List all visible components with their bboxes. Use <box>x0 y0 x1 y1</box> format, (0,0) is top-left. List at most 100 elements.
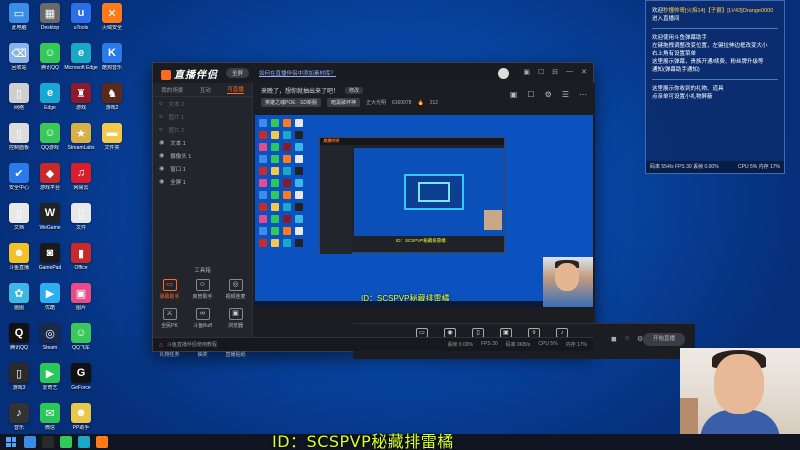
menu-icon[interactable]: ⊟ <box>552 68 558 79</box>
close-icon[interactable]: ✕ <box>581 68 587 79</box>
preview-taskbar <box>255 301 543 307</box>
tool-button[interactable]: ☺ 房管助手 <box>186 279 219 300</box>
desktop-icon[interactable]: ★ StreamLabs <box>64 123 98 151</box>
start-live-button[interactable]: 开始直播 <box>643 333 685 346</box>
help-line: 通知(弹幕助手通知) <box>652 67 700 73</box>
message-icon[interactable]: ☐ <box>538 68 544 79</box>
desktop-icon[interactable]: ✿ 画图 <box>2 283 36 311</box>
desktop-icon[interactable]: ☺ QQ游戏 <box>33 123 67 151</box>
tool-button[interactable]: ⚔ 全民PK <box>153 308 186 329</box>
live-preview[interactable]: 直播伴侣 ID：SCSPVP秘藏排雷橘 ID：SCSPVP秘藏排雷橘 <box>255 115 593 307</box>
desktop-icon[interactable]: Q 腾讯QQ <box>2 323 36 351</box>
desktop-icon-label: 斗鱼直播 <box>8 265 29 271</box>
windows-start-icon[interactable] <box>4 435 18 449</box>
eye-icon[interactable]: ◉ <box>159 165 164 172</box>
layer-item[interactable]: ○ 图片 2 <box>153 123 252 136</box>
eye-icon[interactable]: ◉ <box>159 152 164 159</box>
taskbar-item[interactable] <box>42 436 54 448</box>
layer-item[interactable]: ○ 图片 1 <box>153 110 252 123</box>
desktop-icon[interactable]: ◆ 游戏平台 <box>33 163 67 191</box>
desktop-icon[interactable]: ◎ Steam <box>33 323 67 351</box>
desktop-icon[interactable]: ▦ Desktop <box>33 3 67 31</box>
layer-item[interactable]: ◉ 摄像头 1 <box>153 149 252 162</box>
screen-icon[interactable]: ▣ <box>510 90 518 99</box>
sidebar-tab[interactable]: 我的场景 <box>161 86 183 94</box>
desktop-icon[interactable]: ☻ 斗鱼直播 <box>2 243 36 271</box>
desktop-icon[interactable]: ♫ 网易云 <box>64 163 98 191</box>
desktop-icon[interactable]: ▭ 此电脑 <box>2 3 36 31</box>
desktop-icon[interactable]: ◙ GamePad <box>33 243 67 271</box>
sidebar-tab[interactable]: 互动 <box>200 86 211 94</box>
stat-cpu: CPU 5% <box>538 341 558 347</box>
minimize-icon[interactable]: — <box>566 68 573 79</box>
desktop-icon[interactable]: ♪ 音乐 <box>2 403 36 431</box>
desktop-icon[interactable]: K 酷狗音乐 <box>95 43 129 71</box>
desktop-icon[interactable]: ✔ 安全中心 <box>2 163 36 191</box>
desktop-icon[interactable]: ▯ 文档 <box>2 203 36 231</box>
user-avatar[interactable] <box>498 68 510 79</box>
desktop-icon[interactable]: G GeForce <box>64 363 98 391</box>
desktop-icon[interactable]: ▯ 游戏3 <box>2 363 36 391</box>
desktop-icon[interactable]: ▬ 文件夹 <box>95 123 129 151</box>
desktop-icon-label: Desktop <box>40 25 60 31</box>
tool-button[interactable]: ▣ 浏览器 <box>219 308 252 329</box>
tool-button[interactable]: ∞ 斗鱼Buff <box>186 308 219 329</box>
eye-off-icon[interactable]: ○ <box>159 114 163 120</box>
taskbar-item[interactable] <box>78 436 90 448</box>
desktop-icon[interactable]: ▶ 优酷 <box>33 283 67 311</box>
desktop-icon[interactable]: W WeGame <box>33 203 67 231</box>
nested-inner-frame-2 <box>418 182 450 202</box>
desktop-icon[interactable]: ▣ 图片 <box>64 283 98 311</box>
taskbar-item[interactable] <box>96 436 108 448</box>
tool-button[interactable]: ▭ 弹幕助手 <box>153 279 186 300</box>
desktop-icon[interactable]: ☻ PP助手 <box>64 403 98 431</box>
desktop-icon[interactable]: ✉ 微信 <box>33 403 67 431</box>
app-icon: ☻ <box>71 403 91 423</box>
settings-icon[interactable]: ⚙ <box>545 90 552 99</box>
help-line: 这里展示弹幕，贵族开通/续费、粉丝牌升级等 <box>652 59 764 65</box>
desktop-icon[interactable]: u uTools <box>64 3 98 31</box>
tool-button[interactable]: ◎ 视频连麦 <box>219 279 252 300</box>
desktop-icon[interactable]: e Microsoft Edge <box>64 43 98 71</box>
desktop-icon[interactable]: ▯ 网络 <box>2 83 36 111</box>
desktop-icon[interactable]: ☺ 腾讯QQ <box>33 43 67 71</box>
edit-title-button[interactable]: 修改 <box>345 87 364 94</box>
notice-link[interactable]: 如何在直播伴侣中添加素材库？ <box>259 69 336 77</box>
more-icon[interactable]: ⋯ <box>579 90 587 99</box>
desktop-icon[interactable]: ♜ 游戏 <box>64 83 98 111</box>
tool-label: 礼物任务 <box>159 352 180 358</box>
sub-category-tag[interactable]: 暗黑破坏神 <box>326 98 360 107</box>
layer-item[interactable]: ◉ 全屏 1 <box>153 175 252 188</box>
desktop-icon-label: 文件 <box>75 225 86 231</box>
eye-icon[interactable]: ◉ <box>159 139 164 146</box>
sidebar-tab[interactable]: 可直播 <box>227 85 244 94</box>
eye-icon[interactable]: ◉ <box>159 178 164 185</box>
category-tag[interactable]: 英雄之魂POE · SD新服 <box>261 98 321 107</box>
desktop-icon[interactable]: ▯ 文件 <box>64 203 98 231</box>
circle-icon[interactable]: ○ <box>625 335 629 342</box>
desktop-icon[interactable]: ✕ 火绒安全 <box>95 3 129 31</box>
desktop-icon[interactable]: ⌫ 回收站 <box>2 43 36 71</box>
desktop-icon[interactable]: ▯ 控制面板 <box>2 123 36 151</box>
mode-pill[interactable]: 全屏 <box>226 68 250 78</box>
eye-off-icon[interactable]: ○ <box>159 101 163 107</box>
record-icon[interactable]: ◼ <box>611 335 617 343</box>
eye-off-icon[interactable]: ○ <box>159 127 163 133</box>
taskbar-item[interactable] <box>24 436 36 448</box>
danmaku-helper-panel[interactable]: 欢迎秒懂帅哥[火焰14]【子爵】[LV43]Orange0000 进入直播间 欢迎… <box>645 0 785 174</box>
layer-item[interactable]: ◉ 窗口 1 <box>153 162 252 175</box>
status-message[interactable]: 斗鱼直播伴侣使用教程 <box>167 341 217 348</box>
desktop-icon[interactable]: ▮ Office <box>64 243 98 271</box>
window-icon[interactable]: ☐ <box>527 90 534 99</box>
desktop-icon[interactable]: ▶ 爱奇艺 <box>33 363 67 391</box>
desktop-icon[interactable]: ☺ QQ飞车 <box>64 323 98 351</box>
skin-icon[interactable]: ▣ <box>523 68 530 79</box>
desktop-icon[interactable]: ♞ 游戏2 <box>95 83 129 111</box>
taskbar-item[interactable] <box>60 436 72 448</box>
list-icon[interactable]: ☰ <box>562 90 569 99</box>
tool-icon: ◎ <box>228 279 243 291</box>
layer-item[interactable]: ◉ 文本 1 <box>153 136 252 149</box>
layer-item[interactable]: ○ 文本 2 <box>153 97 252 110</box>
desktop-icon[interactable]: e Edge <box>33 83 67 111</box>
title-bar[interactable]: 直播伴侣 全屏 如何在直播伴侣中添加素材库？ ▣ ☐ ⊟ — ✕ <box>153 63 593 83</box>
